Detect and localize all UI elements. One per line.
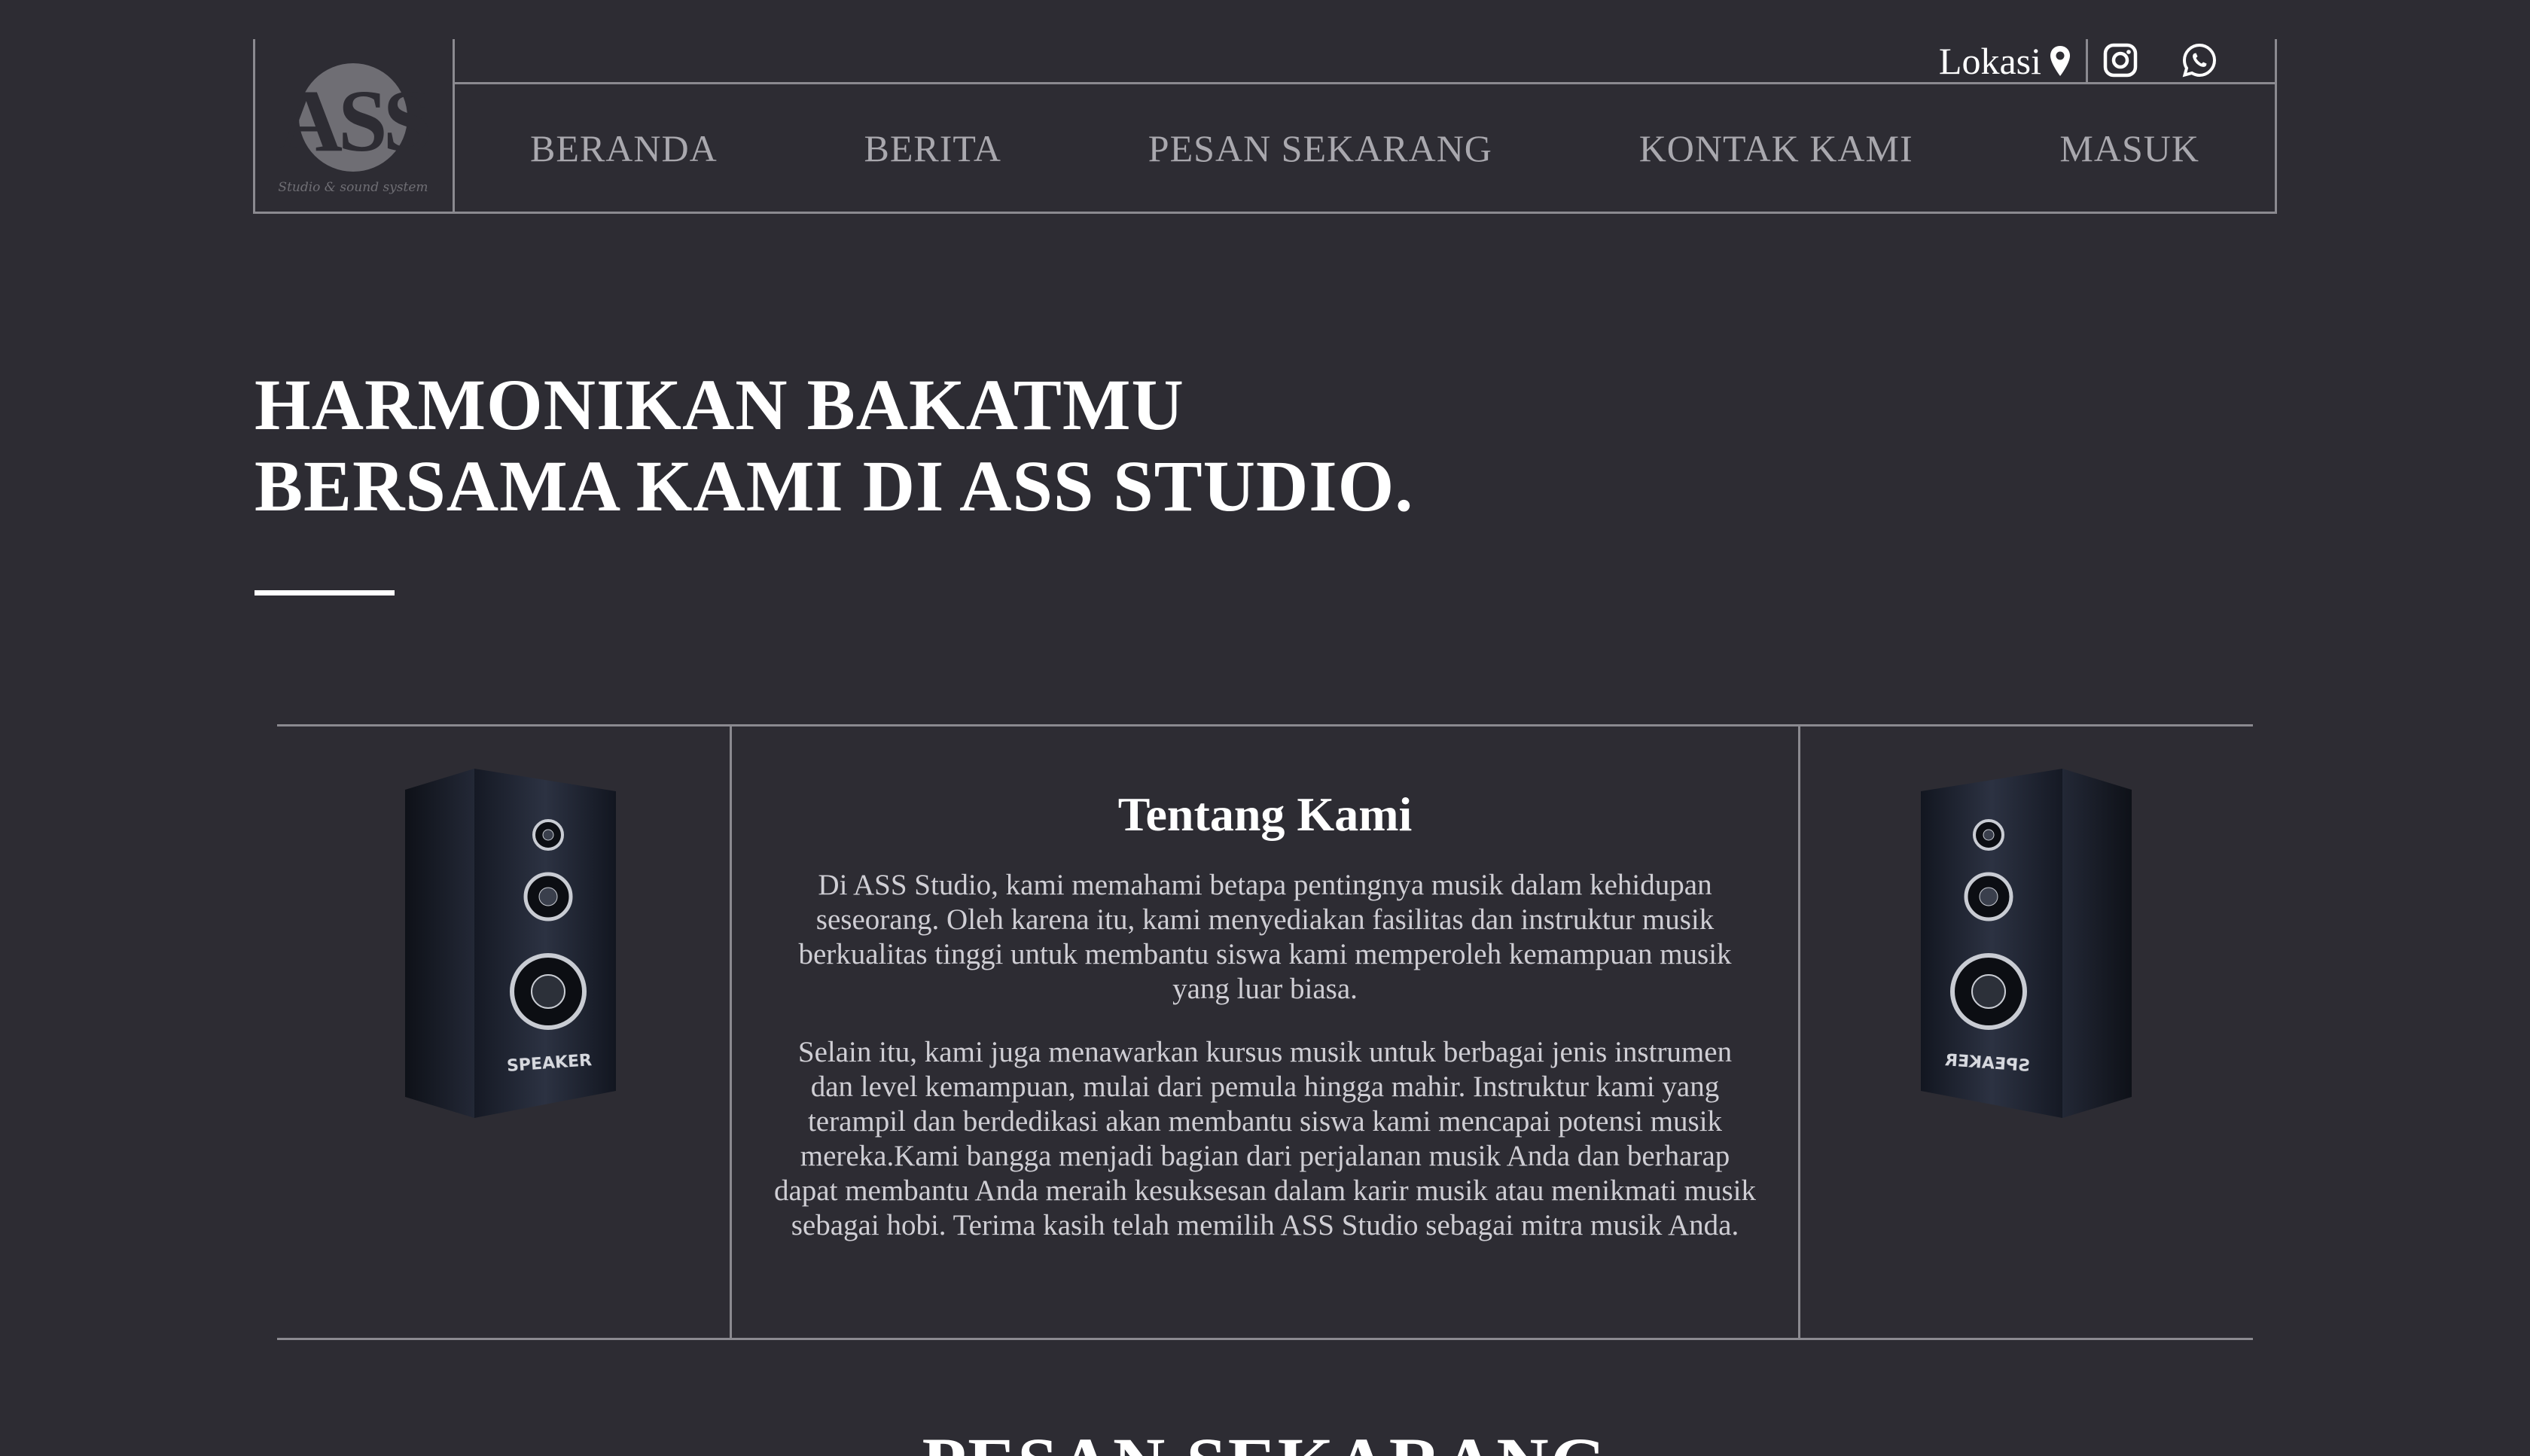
site-header: ASS Studio & sound system Lokasi BERANDA… bbox=[253, 39, 2277, 214]
hero-title: HARMONIKAN BAKATMU BERSAMA KAMI DI ASS S… bbox=[255, 364, 1413, 527]
about-right-column: SPEAKER bbox=[1798, 726, 2253, 1338]
hero-title-line-2: BERSAMA KAMI DI ASS STUDIO. bbox=[255, 446, 1414, 526]
order-section-title: PESAN SEKARANG bbox=[0, 1421, 2530, 1456]
hero-title-line-1: HARMONIKAN BAKATMU bbox=[255, 364, 1184, 445]
topbar-divider bbox=[2086, 39, 2088, 83]
about-paragraph-1: Di ASS Studio, kami memahami betapa pent… bbox=[798, 869, 1732, 1005]
main-nav: BERANDA BERITA PESAN SEKARANG KONTAK KAM… bbox=[455, 84, 2277, 214]
location-label: Lokasi bbox=[1938, 40, 2041, 82]
map-pin-icon bbox=[2050, 46, 2070, 76]
location-link[interactable]: Lokasi bbox=[1939, 39, 2071, 83]
instagram-icon bbox=[2103, 43, 2138, 78]
about-left-column: SPEAKER bbox=[277, 726, 732, 1338]
about-heading: Tentang Kami bbox=[1117, 787, 1413, 841]
social-links bbox=[2103, 42, 2218, 82]
top-bar: Lokasi bbox=[455, 39, 2277, 84]
whatsapp-link[interactable] bbox=[2181, 42, 2218, 82]
about-content: Tentang Kami Di ASS Studio, kami memaham… bbox=[732, 726, 1798, 1338]
instagram-link[interactable] bbox=[2103, 43, 2138, 81]
ass-logo-icon: ASS Studio & sound system bbox=[278, 63, 431, 195]
hero-underline bbox=[255, 590, 395, 595]
speaker-image-right: SPEAKER bbox=[1921, 769, 2132, 1118]
speaker-image-left: SPEAKER bbox=[405, 769, 616, 1118]
nav-item-pesan-sekarang[interactable]: PESAN SEKARANG bbox=[1148, 126, 1492, 170]
logo[interactable]: ASS Studio & sound system bbox=[253, 39, 455, 214]
page: ASS Studio & sound system Lokasi BERANDA… bbox=[0, 0, 2530, 1456]
about-section: SPEAKER Tentang Kami Di ASS Studio, kami… bbox=[277, 724, 2253, 1340]
nav-item-berita[interactable]: BERITA bbox=[864, 126, 1001, 170]
whatsapp-icon bbox=[2182, 43, 2217, 78]
svg-text:ASS: ASS bbox=[279, 72, 429, 170]
nav-item-kontak-kami[interactable]: KONTAK KAMI bbox=[1639, 126, 1913, 170]
nav-item-beranda[interactable]: BERANDA bbox=[530, 126, 718, 170]
about-paragraph-2: Selain itu, kami juga menawarkan kursus … bbox=[774, 1036, 1757, 1241]
nav-item-masuk[interactable]: MASUK bbox=[2059, 126, 2199, 170]
logo-tagline: Studio & sound system bbox=[278, 180, 428, 195]
